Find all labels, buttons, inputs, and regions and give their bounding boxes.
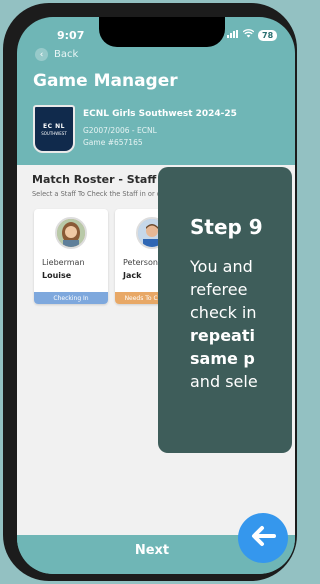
- tutorial-line: referee: [190, 280, 248, 299]
- avatar: [55, 217, 87, 249]
- tutorial-line: check in: [190, 303, 257, 322]
- status-badge: Checking In: [34, 292, 108, 304]
- staff-last-name: Lieberman: [42, 258, 85, 267]
- tutorial-body: You and referee check in repeati same p …: [190, 255, 258, 393]
- wifi-icon: [242, 29, 255, 41]
- team-meta: G2007/2006 - ECNL Game #657165: [83, 125, 157, 149]
- game-number: Game #657165: [83, 138, 143, 147]
- back-button[interactable]: ‹ Back: [35, 48, 78, 61]
- staff-first-name: Louise: [42, 271, 72, 280]
- logo-text: EC NL: [43, 122, 65, 130]
- tutorial-line: same p: [190, 349, 255, 368]
- staff-first-name: Jack: [123, 271, 142, 280]
- arrow-left-icon: [250, 525, 276, 551]
- tutorial-tooltip: Step 9 You and referee check in repeati …: [158, 167, 292, 453]
- phone-notch: [99, 17, 225, 47]
- staff-card[interactable]: Lieberman Louise Checking In: [34, 209, 108, 304]
- battery-indicator: 78: [258, 29, 278, 41]
- tutorial-line: You and: [190, 257, 253, 276]
- status-icons: 78: [227, 29, 278, 41]
- back-label: Back: [54, 49, 79, 60]
- tutorial-step-title: Step 9: [190, 215, 263, 239]
- staff-last-name: Peterson: [123, 258, 158, 267]
- team-info: EC NL SOUTHWEST ECNL Girls Southwest 202…: [33, 105, 283, 161]
- tutorial-line: and sele: [190, 372, 258, 391]
- logo-subtext: SOUTHWEST: [41, 130, 67, 136]
- signal-bars-icon: [227, 29, 239, 41]
- chevron-left-icon: ‹: [35, 48, 48, 61]
- team-name: ECNL Girls Southwest 2024-25: [83, 109, 237, 119]
- section-title: Match Roster - Staff: [32, 173, 157, 186]
- next-button[interactable]: Next: [117, 543, 187, 558]
- tutorial-line: repeati: [190, 326, 255, 345]
- team-division: G2007/2006 - ECNL: [83, 126, 157, 135]
- team-logo: EC NL SOUTHWEST: [33, 105, 75, 153]
- page-title: Game Manager: [33, 71, 178, 91]
- tutorial-back-button[interactable]: [238, 513, 288, 563]
- status-time: 9:07: [57, 29, 85, 42]
